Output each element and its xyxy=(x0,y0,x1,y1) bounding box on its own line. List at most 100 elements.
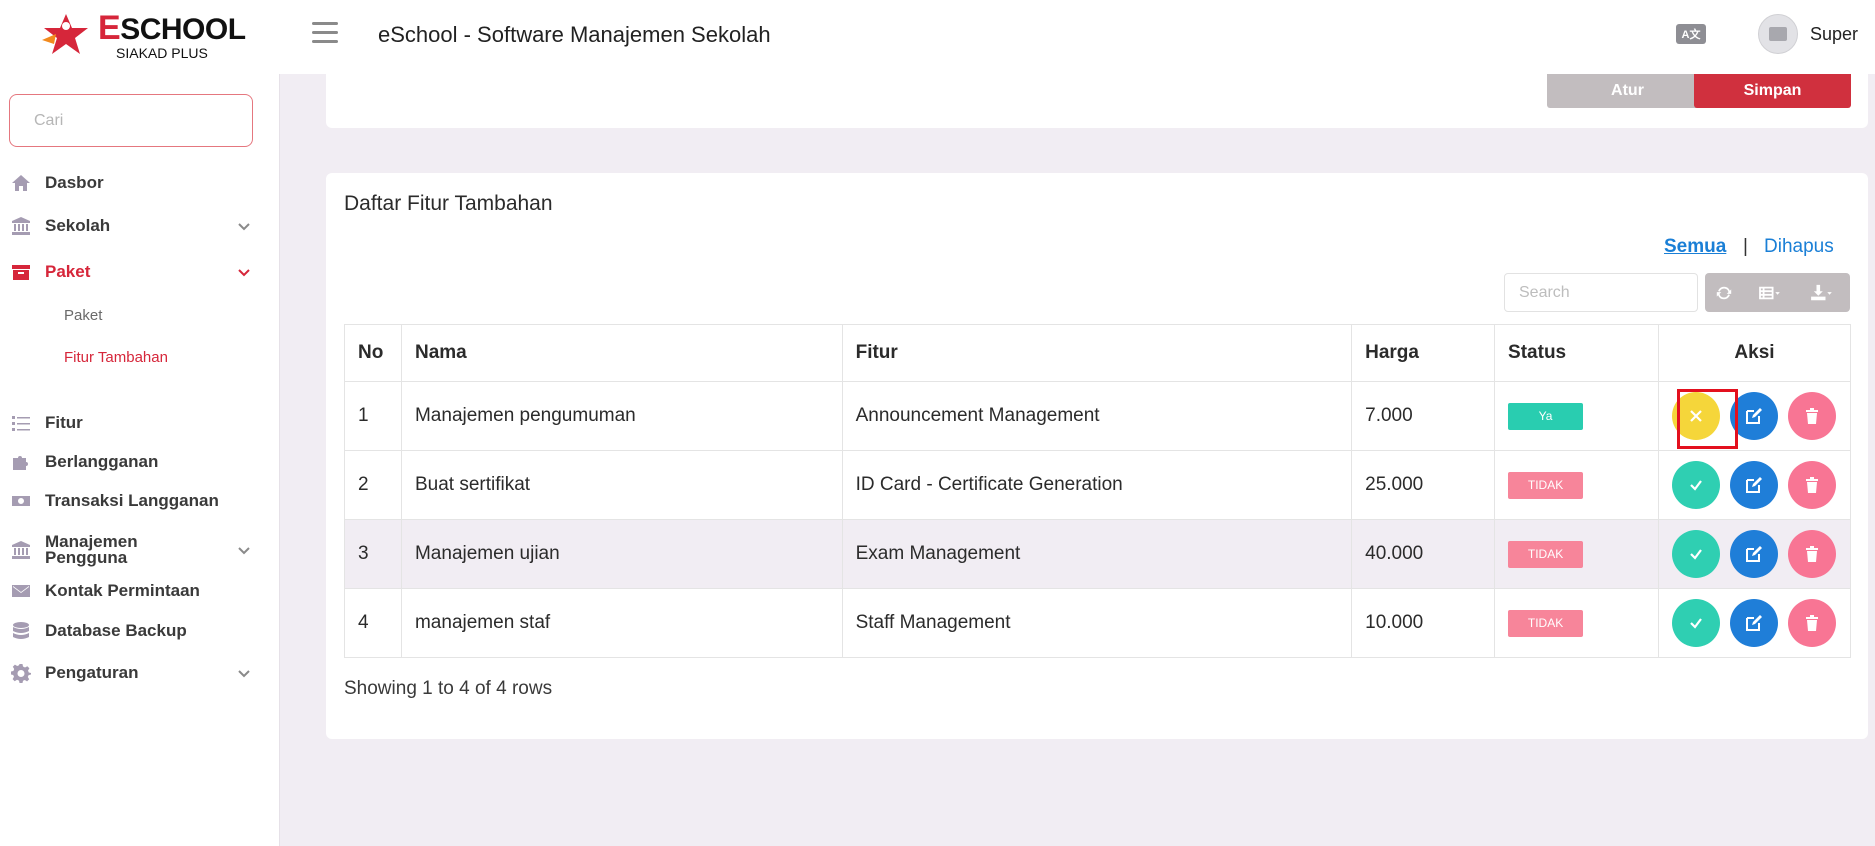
sidebar-subitem-paket[interactable]: Paket xyxy=(64,307,102,324)
trash-icon xyxy=(1806,546,1819,562)
sidebar-item-label: Berlangganan xyxy=(45,452,159,471)
list-icon xyxy=(10,412,32,434)
cell-fitur: Staff Management xyxy=(841,588,1353,658)
cell-fitur: Announcement Management xyxy=(841,381,1353,451)
envelope-icon xyxy=(10,580,32,602)
sidebar-item-label: Kontak Permintaan xyxy=(45,581,200,600)
gear-icon xyxy=(10,662,32,684)
edit-button[interactable] xyxy=(1730,599,1779,647)
cell-harga: 10.000 xyxy=(1351,588,1496,658)
filter-all-link[interactable]: Semua xyxy=(1664,236,1726,258)
pagination-info: Showing 1 to 4 of 4 rows xyxy=(344,678,553,699)
delete-button[interactable] xyxy=(1788,392,1837,440)
sidebar-item-transaksi-langganan[interactable]: Transaksi Langganan xyxy=(10,484,260,518)
sidebar-item-berlangganan[interactable]: Berlangganan xyxy=(10,445,260,479)
sidebar-item-pengaturan[interactable]: Pengaturan xyxy=(10,656,260,690)
cell-nama: Manajemen pengumuman xyxy=(400,381,843,451)
cell-no: 1 xyxy=(344,381,402,451)
cell-fitur: Exam Management xyxy=(841,519,1353,589)
cell-status: TIDAK xyxy=(1494,519,1659,589)
status-badge: TIDAK xyxy=(1508,540,1584,568)
table-search-input[interactable] xyxy=(1504,273,1698,312)
activate-button[interactable] xyxy=(1672,530,1721,578)
cell-actions xyxy=(1657,588,1852,658)
deactivate-button[interactable] xyxy=(1672,392,1721,440)
chevron-down-icon xyxy=(236,665,252,681)
delete-button[interactable] xyxy=(1788,599,1837,647)
atur-button[interactable]: Atur xyxy=(1547,74,1708,108)
table-row: 2 Buat sertifikat ID Card - Certificate … xyxy=(344,450,1852,520)
language-icon[interactable]: A文 xyxy=(1676,24,1706,44)
card-title: Daftar Fitur Tambahan xyxy=(344,192,553,215)
export-button[interactable] xyxy=(1795,273,1847,312)
home-icon xyxy=(10,172,32,194)
user-name[interactable]: Super xyxy=(1810,24,1858,45)
column-header-harga[interactable]: Harga xyxy=(1351,324,1496,382)
simpan-button[interactable]: Simpan xyxy=(1694,74,1851,108)
sidebar-item-label: Manajemen Pengguna xyxy=(45,532,138,567)
database-icon xyxy=(10,620,32,642)
activate-button[interactable] xyxy=(1672,461,1721,509)
cell-harga: 40.000 xyxy=(1351,519,1496,589)
sidebar-item-paket[interactable]: Paket xyxy=(10,255,260,289)
sidebar-search-input[interactable] xyxy=(9,94,253,147)
edit-button[interactable] xyxy=(1730,530,1779,578)
cell-fitur: ID Card - Certificate Generation xyxy=(841,450,1353,520)
delete-button[interactable] xyxy=(1788,530,1837,578)
logo-subtitle: SIAKAD PLUS xyxy=(116,44,208,61)
sidebar-item-fitur[interactable]: Fitur xyxy=(10,406,260,440)
eschool-logo[interactable]: ESCHOOL SIAKAD PLUS xyxy=(36,10,246,60)
column-header-no[interactable]: No xyxy=(344,324,402,382)
edit-button[interactable] xyxy=(1730,392,1779,440)
sidebar-item-label: Sekolah xyxy=(45,216,111,235)
sidebar-item-sekolah[interactable]: Sekolah xyxy=(10,209,260,243)
table-header-row: No Nama Fitur Harga Status Aksi xyxy=(344,324,1852,382)
avatar-image-icon xyxy=(1769,27,1787,41)
check-icon xyxy=(1690,549,1703,560)
filter-deleted-link[interactable]: Dihapus xyxy=(1764,236,1834,258)
trash-icon xyxy=(1806,408,1819,424)
sidebar-item-label: Database Backup xyxy=(45,621,187,640)
edit-button[interactable] xyxy=(1730,461,1779,509)
check-icon xyxy=(1690,618,1703,629)
sidebar-item-label: Dasbor xyxy=(45,173,104,192)
sidebar-item-label: Paket xyxy=(45,262,91,281)
delete-button[interactable] xyxy=(1788,461,1837,509)
trash-icon xyxy=(1806,477,1819,493)
columns-list-icon xyxy=(1759,286,1780,299)
bank-icon xyxy=(10,215,32,237)
sidebar-item-database-backup[interactable]: Database Backup xyxy=(10,614,260,648)
hamburger-menu-icon[interactable] xyxy=(312,22,338,44)
columns-toggle-button[interactable] xyxy=(1743,273,1795,312)
cell-status: Ya xyxy=(1494,381,1659,451)
table-toolbar xyxy=(1705,273,1850,312)
refresh-icon xyxy=(1716,286,1732,299)
avatar[interactable] xyxy=(1758,14,1798,54)
sidebar-subitem-fitur-tambahan[interactable]: Fitur Tambahan xyxy=(64,349,168,366)
cell-nama: manajemen staf xyxy=(400,588,843,658)
activate-button[interactable] xyxy=(1672,599,1721,647)
table-row: 1 Manajemen pengumuman Announcement Mana… xyxy=(344,381,1852,451)
sidebar-item-kontak-permintaan[interactable]: Kontak Permintaan xyxy=(10,574,260,608)
column-header-fitur[interactable]: Fitur xyxy=(841,324,1353,382)
refresh-button[interactable] xyxy=(1705,273,1743,312)
column-header-aksi: Aksi xyxy=(1657,324,1852,382)
column-header-status[interactable]: Status xyxy=(1494,324,1659,382)
sidebar-item-dasbor[interactable]: Dasbor xyxy=(10,166,260,200)
sidebar-item-manajemen-pengguna[interactable]: Manajemen Pengguna xyxy=(10,530,260,570)
download-icon xyxy=(1811,284,1832,300)
cell-actions xyxy=(1657,450,1852,520)
bank-icon xyxy=(10,539,32,561)
table-row: 4 manajemen staf Staff Management 10.000… xyxy=(344,588,1852,658)
edit-icon xyxy=(1746,477,1763,493)
status-badge: TIDAK xyxy=(1508,609,1584,637)
app-title: eSchool - Software Manajemen Sekolah xyxy=(378,22,771,47)
cell-no: 4 xyxy=(344,588,402,658)
column-header-nama[interactable]: Nama xyxy=(400,324,843,382)
cell-nama: Manajemen ujian xyxy=(400,519,843,589)
status-badge: Ya xyxy=(1508,402,1584,430)
filter-separator: | xyxy=(1743,236,1748,257)
logo-title: ESCHOOL xyxy=(98,8,246,47)
chevron-down-icon xyxy=(236,542,252,558)
table-row: 3 Manajemen ujian Exam Management 40.000… xyxy=(344,519,1852,589)
